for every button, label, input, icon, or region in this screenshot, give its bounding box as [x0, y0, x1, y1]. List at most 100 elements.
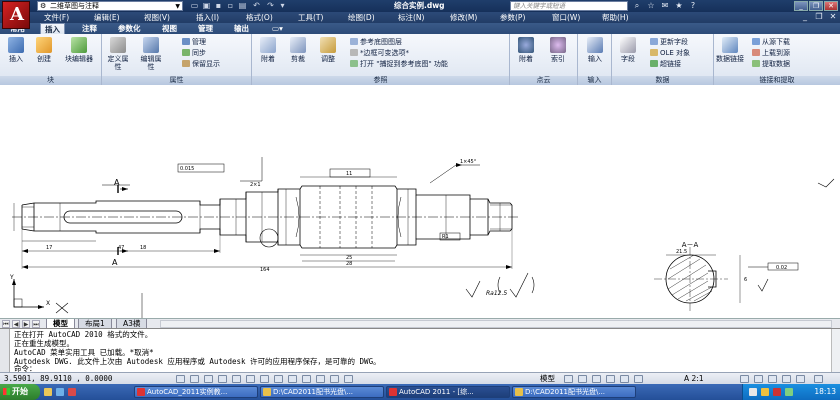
- last-tab-icon[interactable]: ⏭: [32, 320, 40, 328]
- volume-icon[interactable]: [761, 388, 769, 396]
- annotation-visibility-icon[interactable]: [740, 375, 749, 383]
- define-attribute-button[interactable]: 定义属性: [106, 37, 130, 71]
- field-button[interactable]: 字段: [616, 37, 640, 63]
- ime-icon[interactable]: [785, 388, 793, 396]
- autocad-logo[interactable]: A: [2, 1, 30, 29]
- keep-display-dropdown[interactable]: 保留显示: [182, 60, 220, 69]
- group-title-attribute[interactable]: 属性: [102, 76, 251, 85]
- print-icon[interactable]: ▤: [238, 1, 247, 10]
- tab-manage[interactable]: 管理: [194, 23, 217, 34]
- block-editor-button[interactable]: 块编辑器: [62, 37, 96, 63]
- extract-data-button[interactable]: 提取数据: [752, 60, 790, 69]
- tab-annotate[interactable]: 注释: [78, 23, 101, 34]
- ducs-icon[interactable]: [274, 375, 283, 383]
- undo-icon[interactable]: ↶: [252, 1, 261, 10]
- drawing-svg[interactable]: A A A－A Ra12.5 164 17 47 18 25 28 11 2×1…: [0, 85, 840, 318]
- menu-format[interactable]: 格式(O): [246, 12, 273, 23]
- ortho-mode-icon[interactable]: [204, 375, 213, 383]
- menu-draw[interactable]: 绘图(D): [348, 12, 375, 23]
- doc-close-icon[interactable]: ✕: [828, 12, 838, 22]
- tab-insert[interactable]: 插入: [40, 23, 65, 34]
- frame-variable-dropdown[interactable]: *边框可变选项*: [350, 49, 409, 58]
- upload-source-button[interactable]: 上载到源: [752, 49, 790, 58]
- underlay-layers-button[interactable]: 参考底图图层: [350, 38, 402, 47]
- security-icon[interactable]: [773, 388, 781, 396]
- showmotion-icon[interactable]: [634, 375, 643, 383]
- clean-screen-icon[interactable]: [814, 375, 823, 383]
- quicklaunch-icon[interactable]: [68, 388, 76, 396]
- taskbar-item[interactable]: AutoCAD_2011实例教...: [134, 386, 258, 398]
- next-tab-icon[interactable]: ▶: [22, 320, 30, 328]
- snap-mode-icon[interactable]: [176, 375, 185, 383]
- command-window[interactable]: 正在打开 AutoCAD 2010 格式的文件。 正在重生成模型。 AutoCA…: [0, 328, 840, 373]
- save-as-icon[interactable]: ▫: [226, 1, 235, 10]
- layout-grid-icon[interactable]: [564, 375, 573, 383]
- command-scrollbar[interactable]: [831, 329, 840, 373]
- 3d-osnap-icon[interactable]: [246, 375, 255, 383]
- transparency-icon[interactable]: [316, 375, 325, 383]
- favorites-icon[interactable]: ★: [674, 1, 684, 11]
- taskbar-item[interactable]: D:\CAD2011配书光盘\...: [260, 386, 384, 398]
- save-icon[interactable]: ▪: [214, 1, 223, 10]
- insert-block-button[interactable]: 插入: [4, 37, 28, 63]
- group-title-reference[interactable]: 参照: [252, 76, 509, 85]
- manage-attribute-button[interactable]: 管理: [182, 38, 206, 47]
- menu-help[interactable]: 帮助(H): [602, 12, 629, 23]
- hyperlink-button[interactable]: 超链接: [650, 60, 681, 69]
- polar-tracking-icon[interactable]: [218, 375, 227, 383]
- tab-output[interactable]: 输出: [230, 23, 253, 34]
- zoom-icon[interactable]: [606, 375, 615, 383]
- menu-file[interactable]: 文件(F): [44, 12, 69, 23]
- hardware-acceleration-icon[interactable]: [782, 375, 791, 383]
- drawing-canvas[interactable]: A A A－A Ra12.5 164 17 47 18 25 28 11 2×1…: [0, 85, 840, 318]
- adjust-reference-button[interactable]: 调整: [316, 37, 340, 63]
- grid-display-icon[interactable]: [190, 375, 199, 383]
- group-title-link-extract[interactable]: 链接和提取: [714, 76, 840, 85]
- close-button[interactable]: ✕: [824, 1, 838, 11]
- communication-icon[interactable]: ✉: [660, 1, 670, 11]
- create-block-button[interactable]: 创建: [32, 37, 56, 63]
- restore-button[interactable]: ❐: [809, 1, 823, 11]
- doc-minimize-icon[interactable]: _: [800, 12, 810, 22]
- first-tab-icon[interactable]: ⏮: [2, 320, 10, 328]
- menu-insert[interactable]: 插入(I): [196, 12, 219, 23]
- lock-icon[interactable]: [768, 375, 777, 383]
- redo-icon[interactable]: ↷: [266, 1, 275, 10]
- selection-cycling-icon[interactable]: [344, 375, 353, 383]
- snap-underlay-dropdown[interactable]: 打开 "捕捉到参考底图" 功能: [350, 60, 448, 69]
- isolate-objects-icon[interactable]: [796, 375, 805, 383]
- data-link-button[interactable]: 数据链接: [716, 37, 744, 63]
- clip-reference-button[interactable]: 剪裁: [286, 37, 310, 63]
- subscription-icon[interactable]: ☆: [646, 1, 656, 11]
- doc-restore-icon[interactable]: ❐: [814, 12, 824, 22]
- menu-dimension[interactable]: 标注(N): [398, 12, 424, 23]
- menu-view[interactable]: 视图(V): [144, 12, 170, 23]
- start-button[interactable]: 开始: [0, 384, 40, 400]
- update-fields-button[interactable]: 更新字段: [650, 38, 688, 47]
- menu-window[interactable]: 窗口(W): [552, 12, 580, 23]
- tab-parametric[interactable]: 参数化: [114, 23, 145, 34]
- taskbar-item[interactable]: D:\CAD2011配书光盘\...: [512, 386, 636, 398]
- group-title-import[interactable]: 输入: [578, 76, 611, 85]
- menu-tools[interactable]: 工具(T): [298, 12, 323, 23]
- quick-properties-icon[interactable]: [330, 375, 339, 383]
- minimize-button[interactable]: _: [794, 1, 808, 11]
- ole-object-button[interactable]: OLE 对象: [650, 49, 690, 58]
- quicklaunch-icon[interactable]: [56, 388, 64, 396]
- index-pointcloud-button[interactable]: 索引: [546, 37, 570, 63]
- workspace-switcher[interactable]: ⚙ 二维草图与注释 ▼: [37, 1, 183, 11]
- command-window-handle[interactable]: [0, 329, 10, 373]
- steering-wheel-icon[interactable]: [620, 375, 629, 383]
- workspace-switch-icon[interactable]: [754, 375, 763, 383]
- otrack-icon[interactable]: [260, 375, 269, 383]
- taskbar-item-active[interactable]: AutoCAD 2011 - [综...: [386, 386, 510, 398]
- search-input[interactable]: 键入关键字或短语: [510, 1, 628, 11]
- menu-parametric[interactable]: 参数(P): [500, 12, 525, 23]
- quicklaunch-icon[interactable]: [44, 388, 52, 396]
- menu-modify[interactable]: 修改(M): [450, 12, 477, 23]
- pan-icon[interactable]: [592, 375, 601, 383]
- edit-attribute-button[interactable]: 编辑属性: [138, 37, 164, 71]
- tab-view[interactable]: 视图: [158, 23, 181, 34]
- menu-edit[interactable]: 编辑(E): [94, 12, 120, 23]
- chevron-down-icon[interactable]: ▾: [278, 1, 287, 10]
